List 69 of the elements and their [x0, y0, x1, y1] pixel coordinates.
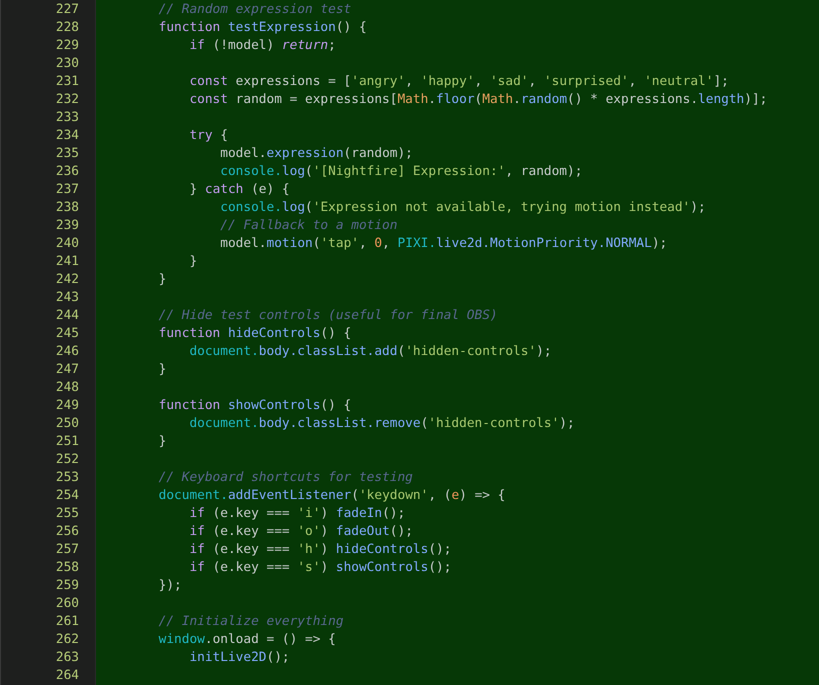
- code-line: model.expression(random);: [220, 146, 413, 161]
- code-line: if (e.key === 'h') hideControls();: [189, 542, 452, 557]
- line-number: 241: [56, 254, 79, 269]
- code-line: initLive2D();: [189, 650, 290, 665]
- line-number: 234: [56, 128, 79, 143]
- code-line: console.log('[Nightfire] Expression:', random);: [220, 164, 582, 179]
- line-number: 238: [56, 200, 79, 215]
- line-number: 230: [56, 56, 79, 71]
- line-number: 257: [56, 542, 79, 557]
- line-number: 251: [56, 434, 79, 449]
- code-line: document.addEventListener('keydown', (e) => {: [158, 488, 506, 503]
- code-line: }: [158, 434, 166, 449]
- code-line: if (e.key === 's') showControls();: [189, 560, 452, 575]
- code-line: console.log('Expression not available, trying motion instead');: [220, 200, 706, 215]
- line-number: 262: [56, 632, 79, 647]
- code-line: window.onload = () => {: [158, 632, 336, 647]
- code-comment: // Random expression test: [158, 2, 352, 17]
- code-line: document.body.classList.remove('hidden-controls');: [189, 416, 575, 431]
- line-number: 239: [56, 218, 79, 233]
- line-number: 249: [56, 398, 79, 413]
- line-number: 244: [56, 308, 79, 323]
- code-line: });: [158, 578, 182, 593]
- code-line: } catch (e) {: [189, 182, 290, 197]
- code-line: }: [189, 254, 198, 269]
- code-line: function testExpression() {: [158, 20, 367, 35]
- line-number: 233: [56, 110, 79, 125]
- code-line: function showControls() {: [158, 398, 352, 413]
- line-number: 247: [56, 362, 79, 377]
- line-number: 250: [56, 416, 79, 431]
- code-line: try {: [189, 128, 228, 143]
- line-number: 240: [56, 236, 79, 251]
- code-line: if (e.key === 'o') fadeOut();: [189, 524, 413, 539]
- code-line: const expressions = ['angry', 'happy', 'sad', 'surprised', 'neutral'];: [189, 74, 729, 89]
- line-number: 253: [56, 470, 79, 485]
- code-comment: // Keyboard shortcuts for testing: [158, 470, 413, 485]
- code-comment: // Hide test controls (useful for final OBS): [158, 308, 498, 323]
- code-line: document.body.classList.add('hidden-controls');: [189, 344, 552, 359]
- line-number: 264: [56, 668, 79, 683]
- line-number: 232: [56, 92, 79, 107]
- line-number: 255: [56, 506, 79, 521]
- line-number: 245: [56, 326, 79, 341]
- line-number: 231: [56, 74, 79, 89]
- line-number: 242: [56, 272, 79, 287]
- code-line: model.motion('tap', 0, PIXI.live2d.MotionPriority.NORMAL);: [220, 236, 668, 251]
- code-line: if (e.key === 'i') fadeIn();: [189, 506, 406, 521]
- code-comment: // Initialize everything: [158, 614, 344, 629]
- line-number: 263: [56, 650, 79, 665]
- line-number: 259: [56, 578, 79, 593]
- line-number: 246: [56, 344, 79, 359]
- code-line: function hideControls() {: [158, 326, 352, 341]
- line-number: 258: [56, 560, 79, 575]
- code-comment: // Fallback to a motion: [220, 218, 398, 233]
- code-line: }: [158, 272, 166, 287]
- code-line: const random = expressions[Math.floor(Math.random() * expressions.length)];: [189, 92, 768, 107]
- line-number: 256: [56, 524, 79, 539]
- line-number: 260: [56, 596, 79, 611]
- code-line: }: [158, 362, 166, 377]
- line-number: 236: [56, 164, 79, 179]
- line-number: 228: [56, 20, 79, 35]
- line-number: 235: [56, 146, 79, 161]
- line-number: 254: [56, 488, 79, 503]
- line-number: 227: [56, 2, 79, 17]
- code-line: if (!model) return;: [189, 38, 336, 53]
- line-number: 243: [56, 290, 79, 305]
- line-number: 229: [56, 38, 79, 53]
- line-number: 237: [56, 182, 79, 197]
- line-number: 248: [56, 380, 79, 395]
- line-number: 261: [56, 614, 79, 629]
- line-number: 252: [56, 452, 79, 467]
